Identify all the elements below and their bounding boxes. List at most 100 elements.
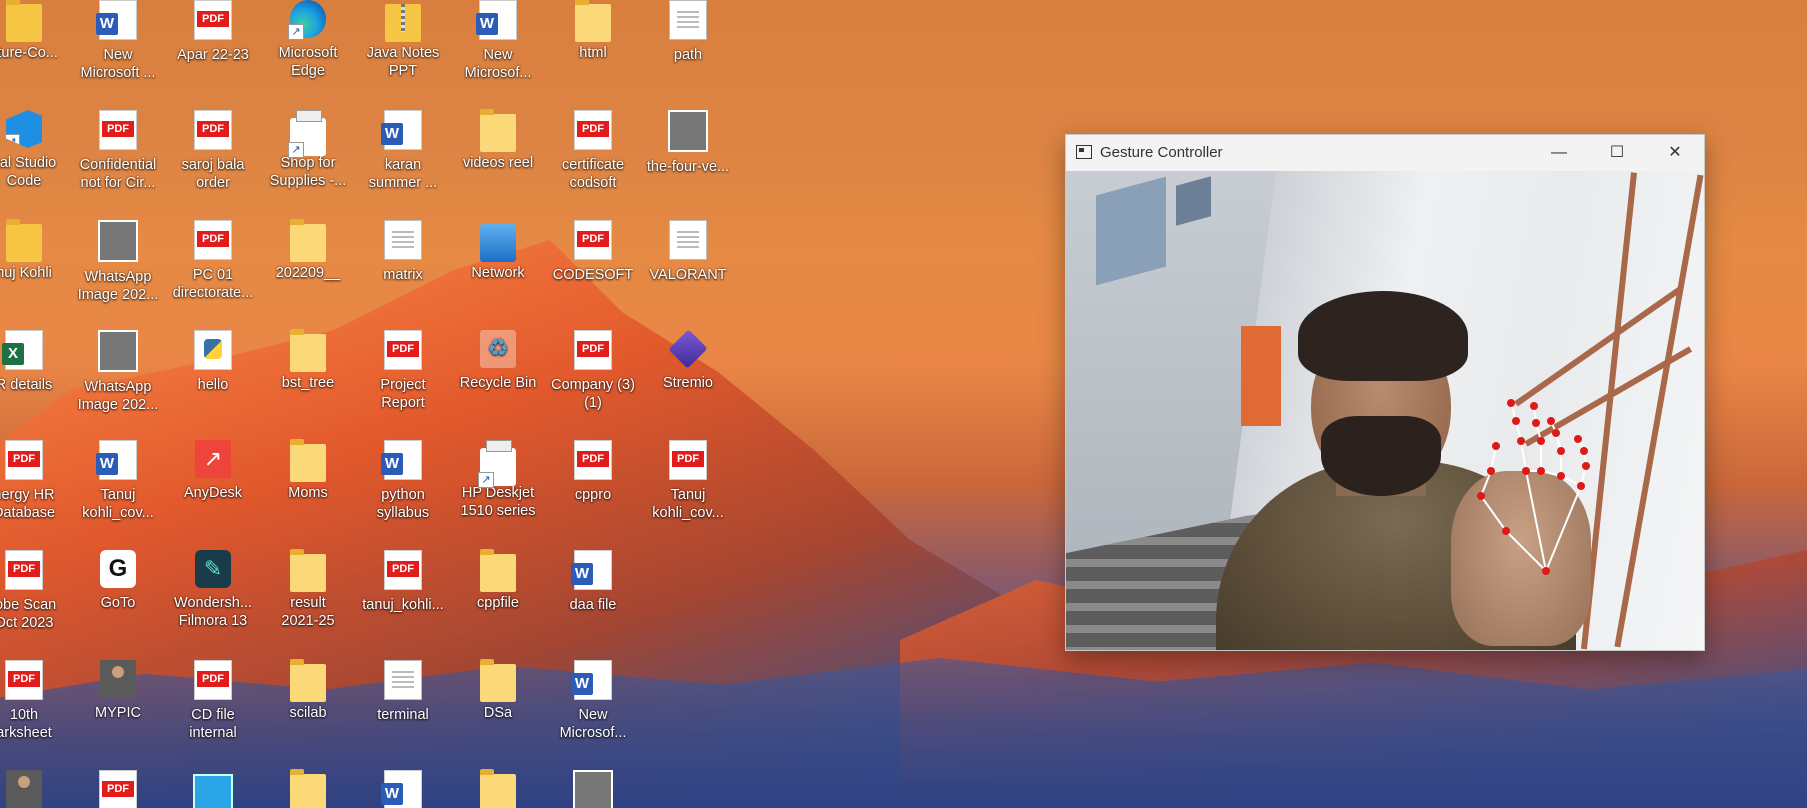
folder-open-icon [480,659,516,702]
desktop-icon[interactable]: cppro [549,440,637,504]
desktop-icon[interactable]: CD file internal [169,660,257,742]
desktop-icon[interactable]: karan summer ... [359,110,447,192]
desktop-icon[interactable]: saroj bala order [169,110,257,192]
folder-open-icon [290,659,326,702]
pdf-icon [194,110,232,150]
desktop-icon[interactable]: HP Deskjet 1510 series [454,440,542,520]
desktop-icon[interactable]: daa file [549,550,637,614]
desktop-icon[interactable]: cppfile [454,549,542,612]
landmark-point [1522,467,1530,475]
desktop-icon-label: ual Studio Code [0,155,57,189]
desktop-icon[interactable]: PC 01 directorate... [169,220,257,302]
desktop-icon[interactable]: ual Studio Code [0,110,68,190]
desktop-icon[interactable]: 10th arksheet [0,660,68,742]
desktop-icon-label: result 2021-25 [281,595,335,629]
desktop-icon-label: Microsoft Edge [278,45,338,79]
desktop-icon-label: Java Notes PPT [366,45,440,79]
desktop-icon[interactable]: Recycle Bin [454,330,542,392]
desktop-icon[interactable]: 202209__ [264,219,352,282]
desktop-icon[interactable]: GoTo [74,550,162,612]
desktop-icon[interactable]: WhatsApp Image 202... [74,330,162,414]
word-icon [381,110,422,150]
desktop-icon[interactable]: MYPIC [74,660,162,722]
desktop-icon[interactable]: WhatsApp Image 202... [74,220,162,304]
hand-landmarks-overlay [1477,399,1590,575]
desktop-icon[interactable]: New Microsof... [549,660,637,742]
landmark-point [1542,567,1550,575]
landmark-point [1492,442,1500,450]
desktop-icon[interactable]: Shop for Supplies -... [264,110,352,190]
desktop-icon[interactable]: path [644,0,732,64]
desktop-icon[interactable]: Wondersh... Filmora 13 [169,550,257,630]
desktop-icon[interactable]: tanuj_kohli... [359,550,447,614]
desktop-icon[interactable]: result 2021-25 [264,549,352,630]
gesture-controller-window[interactable]: Gesture Controller — ☐ ✕ [1065,134,1705,651]
desktop-icon[interactable]: Tanuj kohli_cov... [74,440,162,522]
python-icon [194,330,232,370]
desktop-icon[interactable]: terminal [359,660,447,724]
desktop-icon-label: WhatsApp Image 202... [77,379,159,413]
minimize-button[interactable]: — [1530,135,1588,171]
desktop-icon[interactable]: hello [169,330,257,394]
desktop-icon[interactable]: New Microsof... [454,0,542,82]
desktop-icon[interactable] [359,770,447,808]
desktop-icon[interactable]: scilab [264,659,352,722]
desktop-icon-label: GoTo [100,595,136,611]
stremio-icon [668,329,708,369]
desktop-icon-label: matrix [383,267,423,283]
desktop-icon[interactable]: videos reel [454,109,542,172]
maximize-button[interactable]: ☐ [1588,135,1646,171]
desktop-icon[interactable]: nergy HR Database [0,440,68,522]
desktop-icon[interactable]: nuj Kohli [0,219,68,282]
desktop-icon[interactable]: Tanuj kohli_cov... [644,440,732,522]
landmark-point [1582,462,1590,470]
desktop-icon[interactable]: bst_tree [264,329,352,392]
image-icon [98,220,138,262]
desktop-icon[interactable] [0,770,68,808]
desktop-icon[interactable]: lobe Scan Oct 2023 [0,550,68,632]
desktop-icon[interactable]: matrix [359,220,447,284]
desktop-icon[interactable]: New Microsoft ... [74,0,162,82]
desktop-icon-label: Confidential not for Cir... [79,157,157,191]
desktop-icon[interactable]: html [549,0,637,62]
desktop-icon[interactable]: the-four-ve... [644,110,732,176]
desktop-icon-label: Apar 22-23 [177,47,249,63]
landmark-point [1557,447,1565,455]
edge-icon [288,0,326,40]
window-titlebar[interactable]: Gesture Controller — ☐ ✕ [1066,135,1704,171]
folder-open-icon [290,549,326,592]
desktop-icon[interactable]: Apar 22-23 [169,0,257,64]
landmark-point [1580,447,1588,455]
desktop-icon[interactable]: Java Notes PPT [359,0,447,80]
desktop-icon[interactable]: AnyDesk [169,440,257,502]
landmark-connector [1480,470,1492,497]
desktop-icon[interactable]: Confidential not for Cir... [74,110,162,192]
camera-feed [1066,171,1704,650]
desktop-icon-label: Recycle Bin [459,375,537,391]
desktop-icon[interactable] [74,770,162,808]
desktop-icon[interactable]: CODESOFT [549,220,637,284]
desktop-icon[interactable]: R details [0,330,68,394]
desktop-icon[interactable]: Network [454,220,542,282]
desktop-icon[interactable]: sture-Co... [0,0,68,62]
folder-open-icon [290,219,326,262]
desktop-icon[interactable]: Microsoft Edge [264,0,352,80]
desktop-icon[interactable] [169,770,257,808]
desktop-icon[interactable]: Stremio [644,329,732,392]
desktop-icon[interactable]: python syllabus [359,440,447,522]
desktop-icon[interactable]: DSa [454,659,542,722]
word-icon [381,440,422,480]
desktop-icon-label: scilab [289,705,327,721]
close-button[interactable]: ✕ [1646,135,1704,171]
desktop-icon[interactable]: VALORANT [644,220,732,284]
desktop-icon[interactable] [549,770,637,808]
network-icon [480,224,516,262]
filmora-icon [195,550,231,588]
landmark-point [1487,467,1495,475]
desktop-icon[interactable]: Company (3) (1) [549,330,637,412]
desktop-icon[interactable]: Moms [264,439,352,502]
desktop-icon[interactable] [264,769,352,808]
desktop-icon[interactable] [454,769,542,808]
desktop-icon[interactable]: certificate codsoft [549,110,637,192]
desktop-icon[interactable]: Project Report [359,330,447,412]
